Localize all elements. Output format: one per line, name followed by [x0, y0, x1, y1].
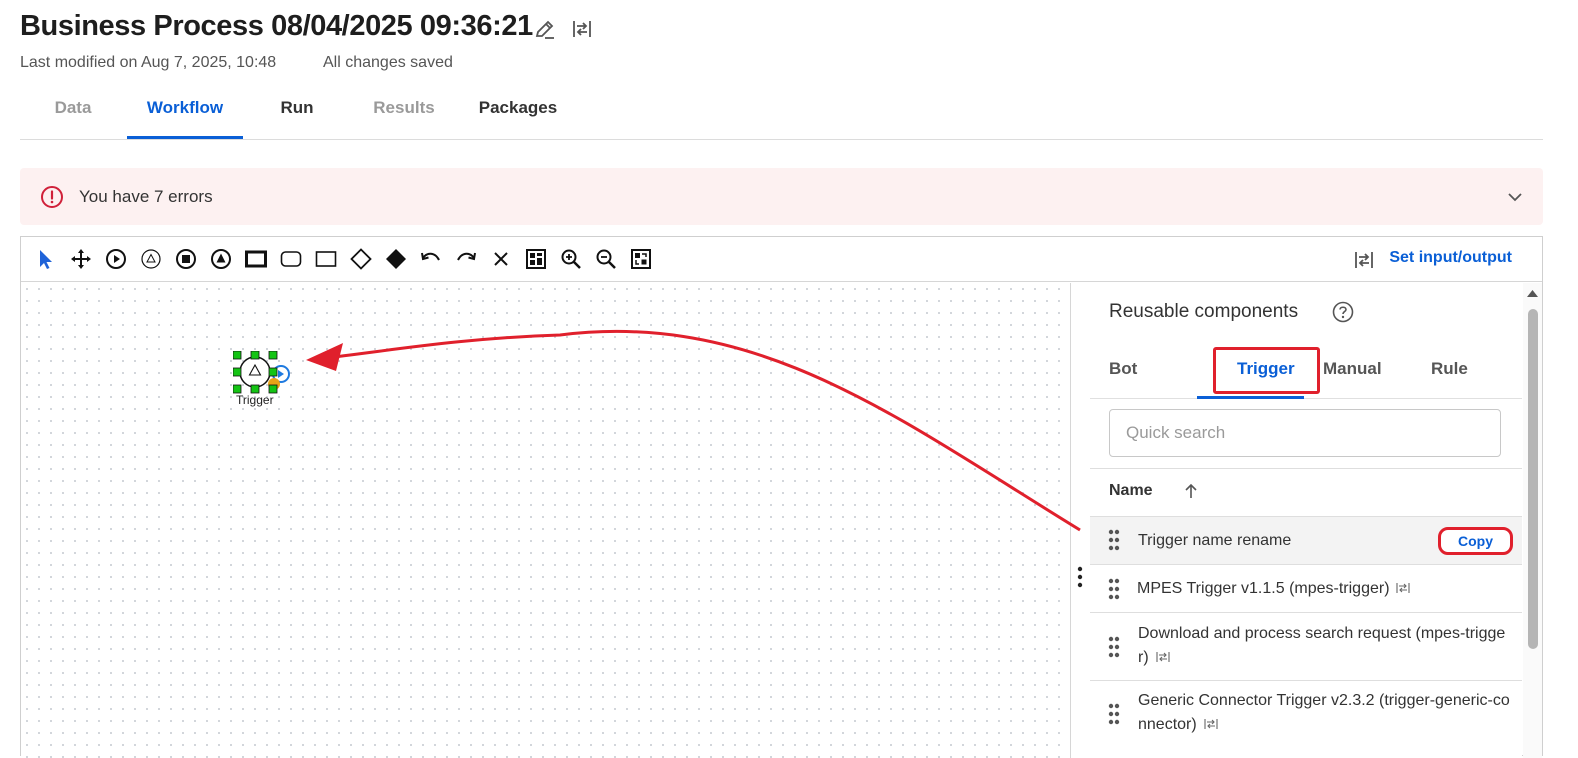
list-item[interactable]: Download and process search request (mpe…	[1090, 613, 1522, 680]
select-pointer-icon[interactable]	[34, 247, 58, 271]
tab-data[interactable]: Data	[36, 86, 110, 139]
panel-scrollbar[interactable]	[1523, 283, 1542, 758]
drag-handle-icon[interactable]	[1108, 578, 1120, 600]
page-title: Business Process 08/04/2025 09:36:21	[20, 10, 533, 42]
drag-handle-icon[interactable]	[1108, 703, 1120, 725]
fit-view-icon[interactable]	[629, 247, 653, 271]
list-item[interactable]: Generic Connector Trigger v2.3.2 (trigge…	[1090, 681, 1522, 758]
chevron-down-icon[interactable]	[1507, 191, 1523, 203]
help-icon[interactable]	[1332, 301, 1354, 323]
rounded-task-icon[interactable]	[279, 247, 303, 271]
tabs-divider	[1090, 398, 1522, 399]
active-tab-indicator	[1197, 396, 1304, 399]
input-output-icon[interactable]	[570, 17, 594, 41]
tab-workflow[interactable]: Workflow	[127, 86, 243, 139]
panel-tab-manual[interactable]: Manual	[1323, 359, 1382, 379]
save-status: All changes saved	[323, 54, 453, 71]
delete-icon[interactable]	[489, 247, 513, 271]
subprocess-icon[interactable]	[244, 247, 268, 271]
task-icon[interactable]	[314, 247, 338, 271]
tab-run[interactable]: Run	[260, 86, 334, 139]
panel-tab-rule[interactable]: Rule	[1431, 359, 1468, 379]
last-modified: Last modified on Aug 7, 2025, 10:48	[20, 54, 277, 71]
zoom-out-icon[interactable]	[594, 247, 618, 271]
item-name: Trigger name rename	[1138, 532, 1292, 549]
tab-packages[interactable]: Packages	[470, 86, 566, 139]
error-icon	[41, 186, 63, 208]
item-name-continued: nnector)	[1138, 716, 1197, 733]
scroll-up-arrow-icon[interactable]	[1526, 289, 1539, 298]
item-name-continued: r)	[1138, 649, 1149, 666]
start-event-icon[interactable]	[104, 247, 128, 271]
divider	[1090, 468, 1522, 469]
filled-gateway-icon[interactable]	[384, 247, 408, 271]
panel-title: Reusable components	[1109, 301, 1299, 322]
zoom-in-icon[interactable]	[559, 247, 583, 271]
error-count-text: You have 7 errors	[79, 187, 213, 206]
list-item[interactable]: Trigger name rename Copy	[1090, 517, 1522, 564]
item-name: Download and process search request (mpe…	[1138, 625, 1506, 642]
trigger-event-icon[interactable]	[139, 247, 163, 271]
sort-ascending-icon[interactable]	[1184, 483, 1198, 499]
node-label: Trigger	[236, 393, 274, 407]
vertical-dots-icon	[1077, 566, 1083, 588]
drag-handle-icon[interactable]	[1108, 636, 1120, 658]
workflow-canvas[interactable]: Trigger	[21, 283, 1070, 758]
editor-toolbar: Set input/output	[21, 237, 1542, 282]
error-banner[interactable]: You have 7 errors	[20, 168, 1543, 225]
quick-search-input[interactable]	[1109, 409, 1501, 457]
item-name: Generic Connector Trigger v2.3.2 (trigge…	[1138, 692, 1510, 709]
reusable-components-panel: Reusable components Bot Trigger Manual R…	[1090, 283, 1522, 758]
signal-event-icon[interactable]	[209, 247, 233, 271]
panel-tab-bot[interactable]: Bot	[1109, 359, 1137, 379]
undo-icon[interactable]	[419, 247, 443, 271]
copy-button[interactable]: Copy	[1438, 527, 1513, 555]
end-event-icon[interactable]	[174, 247, 198, 271]
input-output-icon	[1204, 719, 1218, 729]
name-column-header[interactable]: Name	[1109, 482, 1153, 500]
panel-resize-handle[interactable]	[1070, 283, 1090, 758]
main-tabs: Data Workflow Run Results Packages	[20, 86, 1543, 140]
item-name: MPES Trigger v1.1.5 (mpes-trigger)	[1137, 580, 1390, 597]
input-output-icon[interactable]	[1352, 248, 1376, 272]
layout-icon[interactable]	[524, 247, 548, 271]
workflow-editor: Set input/output Trigger Reusable compon…	[20, 236, 1543, 758]
gateway-icon[interactable]	[349, 247, 373, 271]
scrollbar-thumb[interactable]	[1528, 309, 1538, 649]
move-icon[interactable]	[69, 247, 93, 271]
edit-icon[interactable]	[533, 17, 557, 41]
tab-results[interactable]: Results	[360, 86, 448, 139]
drag-handle-icon[interactable]	[1108, 529, 1120, 551]
redo-icon[interactable]	[454, 247, 478, 271]
input-output-icon	[1156, 652, 1170, 662]
input-output-icon	[1396, 583, 1410, 593]
list-item[interactable]: MPES Trigger v1.1.5 (mpes-trigger)	[1090, 565, 1522, 612]
trigger-node[interactable]: Trigger	[233, 351, 295, 411]
set-input-output-button[interactable]: Set input/output	[1389, 249, 1512, 267]
highlight-box	[1213, 347, 1320, 394]
